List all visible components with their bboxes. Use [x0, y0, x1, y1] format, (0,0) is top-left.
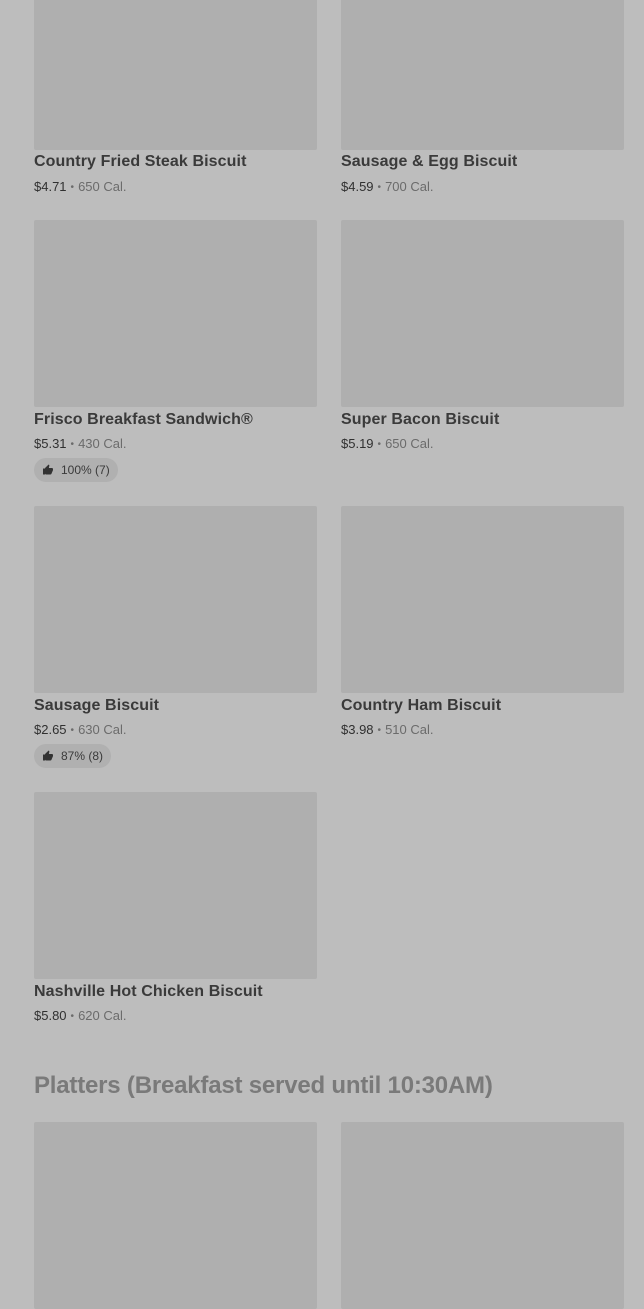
- item-price: $2.65: [34, 722, 67, 737]
- separator-dot: •: [70, 182, 75, 193]
- separator-dot: •: [70, 1011, 75, 1022]
- thumbs-up-icon: [43, 464, 53, 475]
- item-image[interactable]: [34, 506, 317, 693]
- item-image[interactable]: [34, 1122, 317, 1309]
- item-name: Country Ham Biscuit: [341, 697, 502, 714]
- item-price: $4.59: [341, 179, 374, 194]
- separator-dot: •: [70, 725, 75, 736]
- item-name: Nashville Hot Chicken Biscuit: [34, 983, 263, 1000]
- item-calories: 650 Cal.: [385, 436, 434, 451]
- item-image[interactable]: [34, 0, 317, 150]
- item-name: Sausage & Egg Biscuit: [341, 153, 518, 170]
- item-image[interactable]: [341, 220, 624, 407]
- rating-badge: 87% (8): [34, 744, 112, 768]
- item-name: Super Bacon Biscuit: [341, 411, 500, 428]
- item-image[interactable]: [341, 0, 624, 150]
- item-name: Frisco Breakfast Sandwich®: [34, 411, 253, 428]
- item-calories: 430 Cal.: [78, 436, 127, 451]
- item-calories: 630 Cal.: [78, 722, 127, 737]
- item-price: $5.80: [34, 1008, 67, 1023]
- item-price: $3.98: [341, 722, 374, 737]
- item-meta: $4.59 • 700 Cal.: [341, 179, 433, 194]
- item-image[interactable]: [34, 792, 317, 979]
- item-image[interactable]: [34, 220, 317, 407]
- separator-dot: •: [377, 439, 382, 450]
- rating-badge: 100% (7): [34, 458, 118, 482]
- separator-dot: •: [70, 439, 75, 450]
- item-calories: 510 Cal.: [385, 722, 434, 737]
- rating-text: 100% (7): [61, 463, 110, 477]
- rating-text: 87% (8): [61, 749, 104, 763]
- item-image[interactable]: [341, 1122, 624, 1309]
- item-price: $4.71: [34, 179, 67, 194]
- item-meta: $5.19 • 650 Cal.: [341, 436, 433, 451]
- item-calories: 620 Cal.: [78, 1008, 127, 1023]
- item-price: $5.31: [34, 436, 67, 451]
- item-name: Country Fried Steak Biscuit: [34, 153, 247, 170]
- thumbs-up-icon: [43, 750, 53, 761]
- item-calories: 650 Cal.: [78, 179, 127, 194]
- item-meta: $5.31 • 430 Cal.: [34, 436, 126, 451]
- item-calories: 700 Cal.: [385, 179, 434, 194]
- separator-dot: •: [377, 182, 382, 193]
- separator-dot: •: [377, 725, 382, 736]
- item-meta: $4.71 • 650 Cal.: [34, 179, 126, 194]
- section-title-platters: Platters (Breakfast served until 10:30AM…: [34, 1072, 493, 1099]
- item-image[interactable]: [341, 506, 624, 693]
- item-meta: $5.80 • 620 Cal.: [34, 1008, 126, 1023]
- item-price: $5.19: [341, 436, 374, 451]
- item-meta: $2.65 • 630 Cal.: [34, 722, 126, 737]
- item-meta: $3.98 • 510 Cal.: [341, 722, 433, 737]
- item-name: Sausage Biscuit: [34, 697, 160, 714]
